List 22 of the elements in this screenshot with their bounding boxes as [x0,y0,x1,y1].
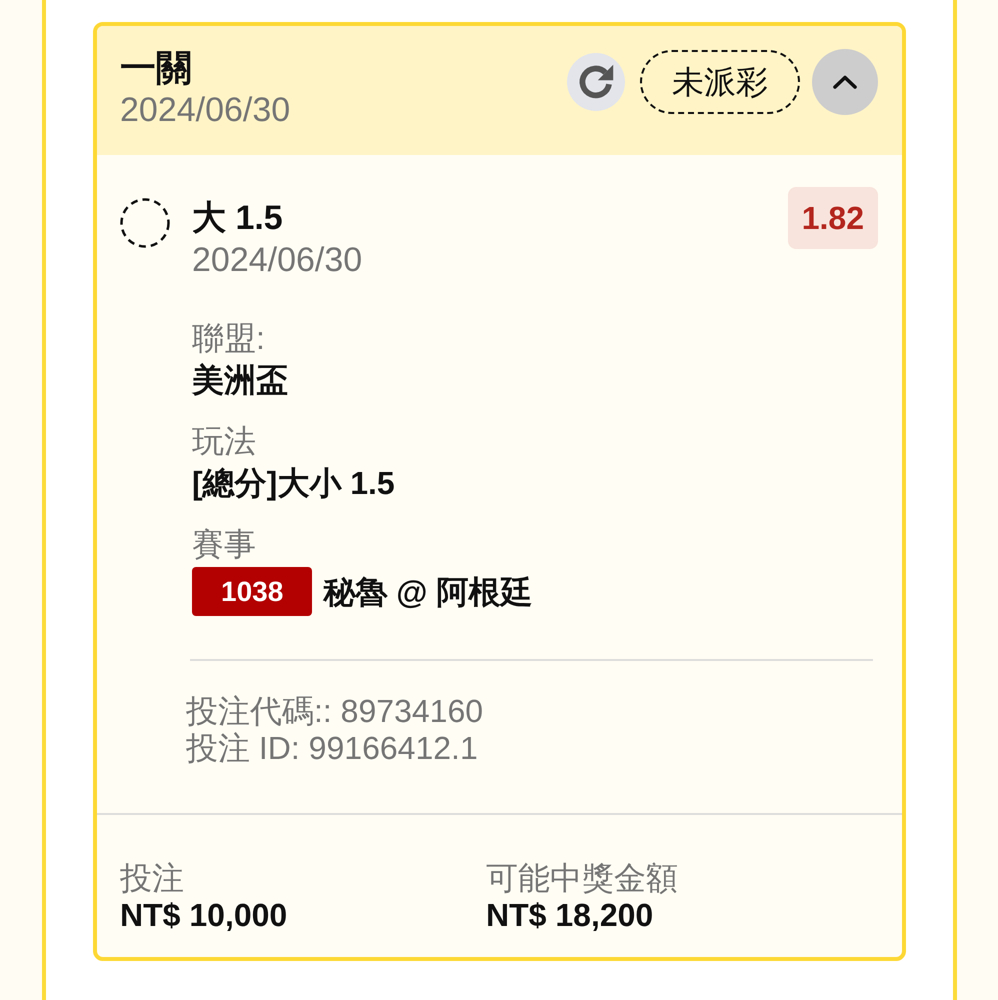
refresh-icon [577,63,615,101]
header-date: 2024/06/30 [120,90,290,131]
selection-name: 大 1.5 [192,198,284,239]
summary-label: 可能中獎金額 [486,860,679,897]
summary-value: NT$ 10,000 [120,897,288,934]
odds-badge: 1.82 [788,187,878,249]
detail-value: 美洲盃 [192,361,289,400]
bet-type-title: 一關 [120,47,193,89]
match-name: 秘魯 @ 阿根廷 [323,572,532,612]
detail-label: 聯盟: [192,319,266,358]
dashed-circle-icon [120,198,170,248]
detail-label: 賽事 [192,525,257,564]
selection-date: 2024/06/30 [192,240,362,281]
bet-code-text: 投注代碼:: 89734160 [186,693,484,730]
summary-label: 投注 [120,860,185,897]
status-badge: 未派彩 [640,50,800,114]
summary-value: NT$ 18,200 [486,897,654,934]
chevron-up-icon [833,75,857,89]
detail-value: [總分]大小 1.5 [192,464,396,503]
detail-label: 玩法 [192,422,257,461]
bet-id-text: 投注 ID: 99166412.1 [186,730,479,767]
match-code-badge: 1038 [192,567,312,616]
